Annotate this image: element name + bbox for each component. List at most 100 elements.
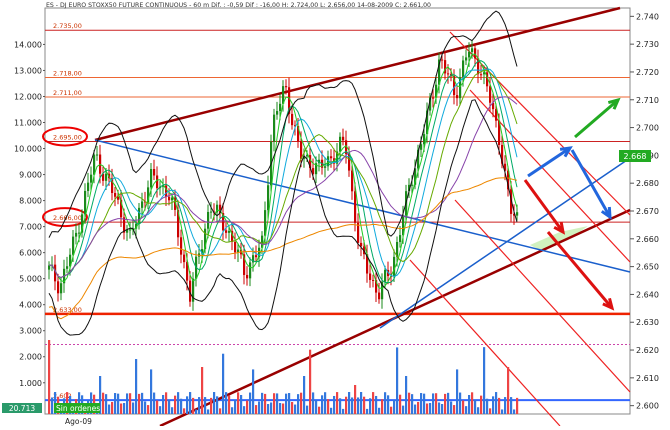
volume-bar xyxy=(249,392,252,414)
level-label: 2.711,00 xyxy=(53,89,82,97)
volume-bar xyxy=(408,392,411,414)
volume-bar xyxy=(261,392,264,414)
volume-bar xyxy=(123,402,126,414)
volume-bar xyxy=(219,408,222,414)
volume-bar xyxy=(240,394,243,414)
volume-bar xyxy=(165,392,168,414)
volume-bar xyxy=(372,392,375,414)
left-tick-label: 8.000 xyxy=(19,197,42,206)
volume-bar xyxy=(312,392,315,414)
volume-bar xyxy=(405,375,408,414)
volume-bar xyxy=(432,393,435,414)
level-label: 2.633,00 xyxy=(53,306,82,314)
volume-bar xyxy=(102,392,105,414)
volume-bar xyxy=(150,369,153,414)
volume-bar xyxy=(303,376,306,414)
volume-bar xyxy=(279,402,282,414)
candle-body xyxy=(153,169,156,176)
volume-bar xyxy=(156,400,159,414)
candle-body xyxy=(339,136,342,152)
volume-bar xyxy=(513,409,516,414)
candle-body xyxy=(210,211,213,213)
price-tick-label: 2.730 xyxy=(636,40,659,49)
volume-bar xyxy=(294,404,297,414)
volume-bar xyxy=(492,396,495,414)
volume-bar xyxy=(201,367,204,414)
volume-bar xyxy=(117,393,120,414)
volume-bar xyxy=(510,397,513,414)
price-tick-label: 2.650 xyxy=(636,263,659,272)
volume-bar xyxy=(486,398,489,414)
candle-body xyxy=(462,60,465,78)
volume-bar xyxy=(330,407,333,414)
candle-body xyxy=(60,283,63,294)
volume-bar xyxy=(393,400,396,414)
volume-bar xyxy=(342,408,345,414)
volume-bar xyxy=(234,399,237,414)
volume-bar xyxy=(159,406,162,414)
candle-body xyxy=(57,281,60,294)
left-value-label: 20.713 xyxy=(9,404,35,413)
price-tick-label: 2.600 xyxy=(636,402,659,411)
left-tick-label: 6.000 xyxy=(19,249,42,258)
volume-bar xyxy=(177,392,180,414)
left-tick-label: 12.000 xyxy=(14,92,42,101)
candle-body xyxy=(411,184,414,186)
volume-bar xyxy=(273,393,276,414)
volume-bar xyxy=(339,398,342,414)
candle-body xyxy=(87,182,90,191)
volume-bar xyxy=(447,392,450,414)
volume-bar xyxy=(321,395,324,414)
candle-body xyxy=(354,191,357,223)
volume-bar xyxy=(354,384,357,414)
volume-bar xyxy=(435,393,438,414)
volume-bar xyxy=(417,401,420,414)
volume-bar xyxy=(387,395,390,414)
price-chart[interactable]: ES - DJ EURO STOXX50 FUTURE CONTINUOUS -… xyxy=(0,0,670,428)
x-tick-label: Ago-09 xyxy=(65,417,92,426)
chart-root: ES - DJ EURO STOXX50 FUTURE CONTINUOUS -… xyxy=(0,0,670,428)
candle-body xyxy=(207,211,210,229)
price-tick-label: 2.680 xyxy=(636,179,659,188)
volume-bar xyxy=(216,396,219,414)
volume-bar xyxy=(228,395,231,414)
volume-bar xyxy=(462,400,465,414)
volume-bar xyxy=(336,392,339,414)
level-label: 2.718,00 xyxy=(53,70,82,78)
left-tick-label: 13.000 xyxy=(14,66,42,75)
volume-bar xyxy=(48,340,51,414)
price-tick-label: 2.620 xyxy=(636,346,659,355)
volume-bar xyxy=(327,399,330,414)
volume-bar xyxy=(288,393,291,414)
volume-bar xyxy=(147,405,150,414)
candle-body xyxy=(246,274,249,279)
price-tick-label: 2.660 xyxy=(636,235,659,244)
last-price-tag: 2.668 xyxy=(624,152,647,161)
volume-bar xyxy=(243,406,246,414)
volume-bar xyxy=(225,392,228,414)
volume-bar xyxy=(450,401,453,414)
candle-body xyxy=(90,174,93,183)
left-tick-label: 2.000 xyxy=(19,353,42,362)
volume-bar xyxy=(315,400,318,414)
volume-bar xyxy=(324,392,327,414)
volume-bar xyxy=(465,406,468,414)
volume-bar xyxy=(306,405,309,414)
volume-bar xyxy=(333,395,336,414)
volume-bar xyxy=(186,396,189,414)
volume-bar xyxy=(429,402,432,414)
candle-body xyxy=(78,232,81,234)
volume-bar xyxy=(426,403,429,414)
candle-body xyxy=(480,74,483,76)
volume-bar xyxy=(126,393,129,414)
volume-bar xyxy=(108,404,111,414)
volume-bar xyxy=(390,406,393,414)
volume-bar xyxy=(267,404,270,414)
volume-bar xyxy=(348,392,351,414)
volume-bar xyxy=(168,399,171,414)
volume-bar xyxy=(192,397,195,414)
volume-bar xyxy=(237,392,240,414)
candle-body xyxy=(456,95,459,99)
candle-body xyxy=(330,156,333,159)
volume-bar xyxy=(195,409,198,414)
